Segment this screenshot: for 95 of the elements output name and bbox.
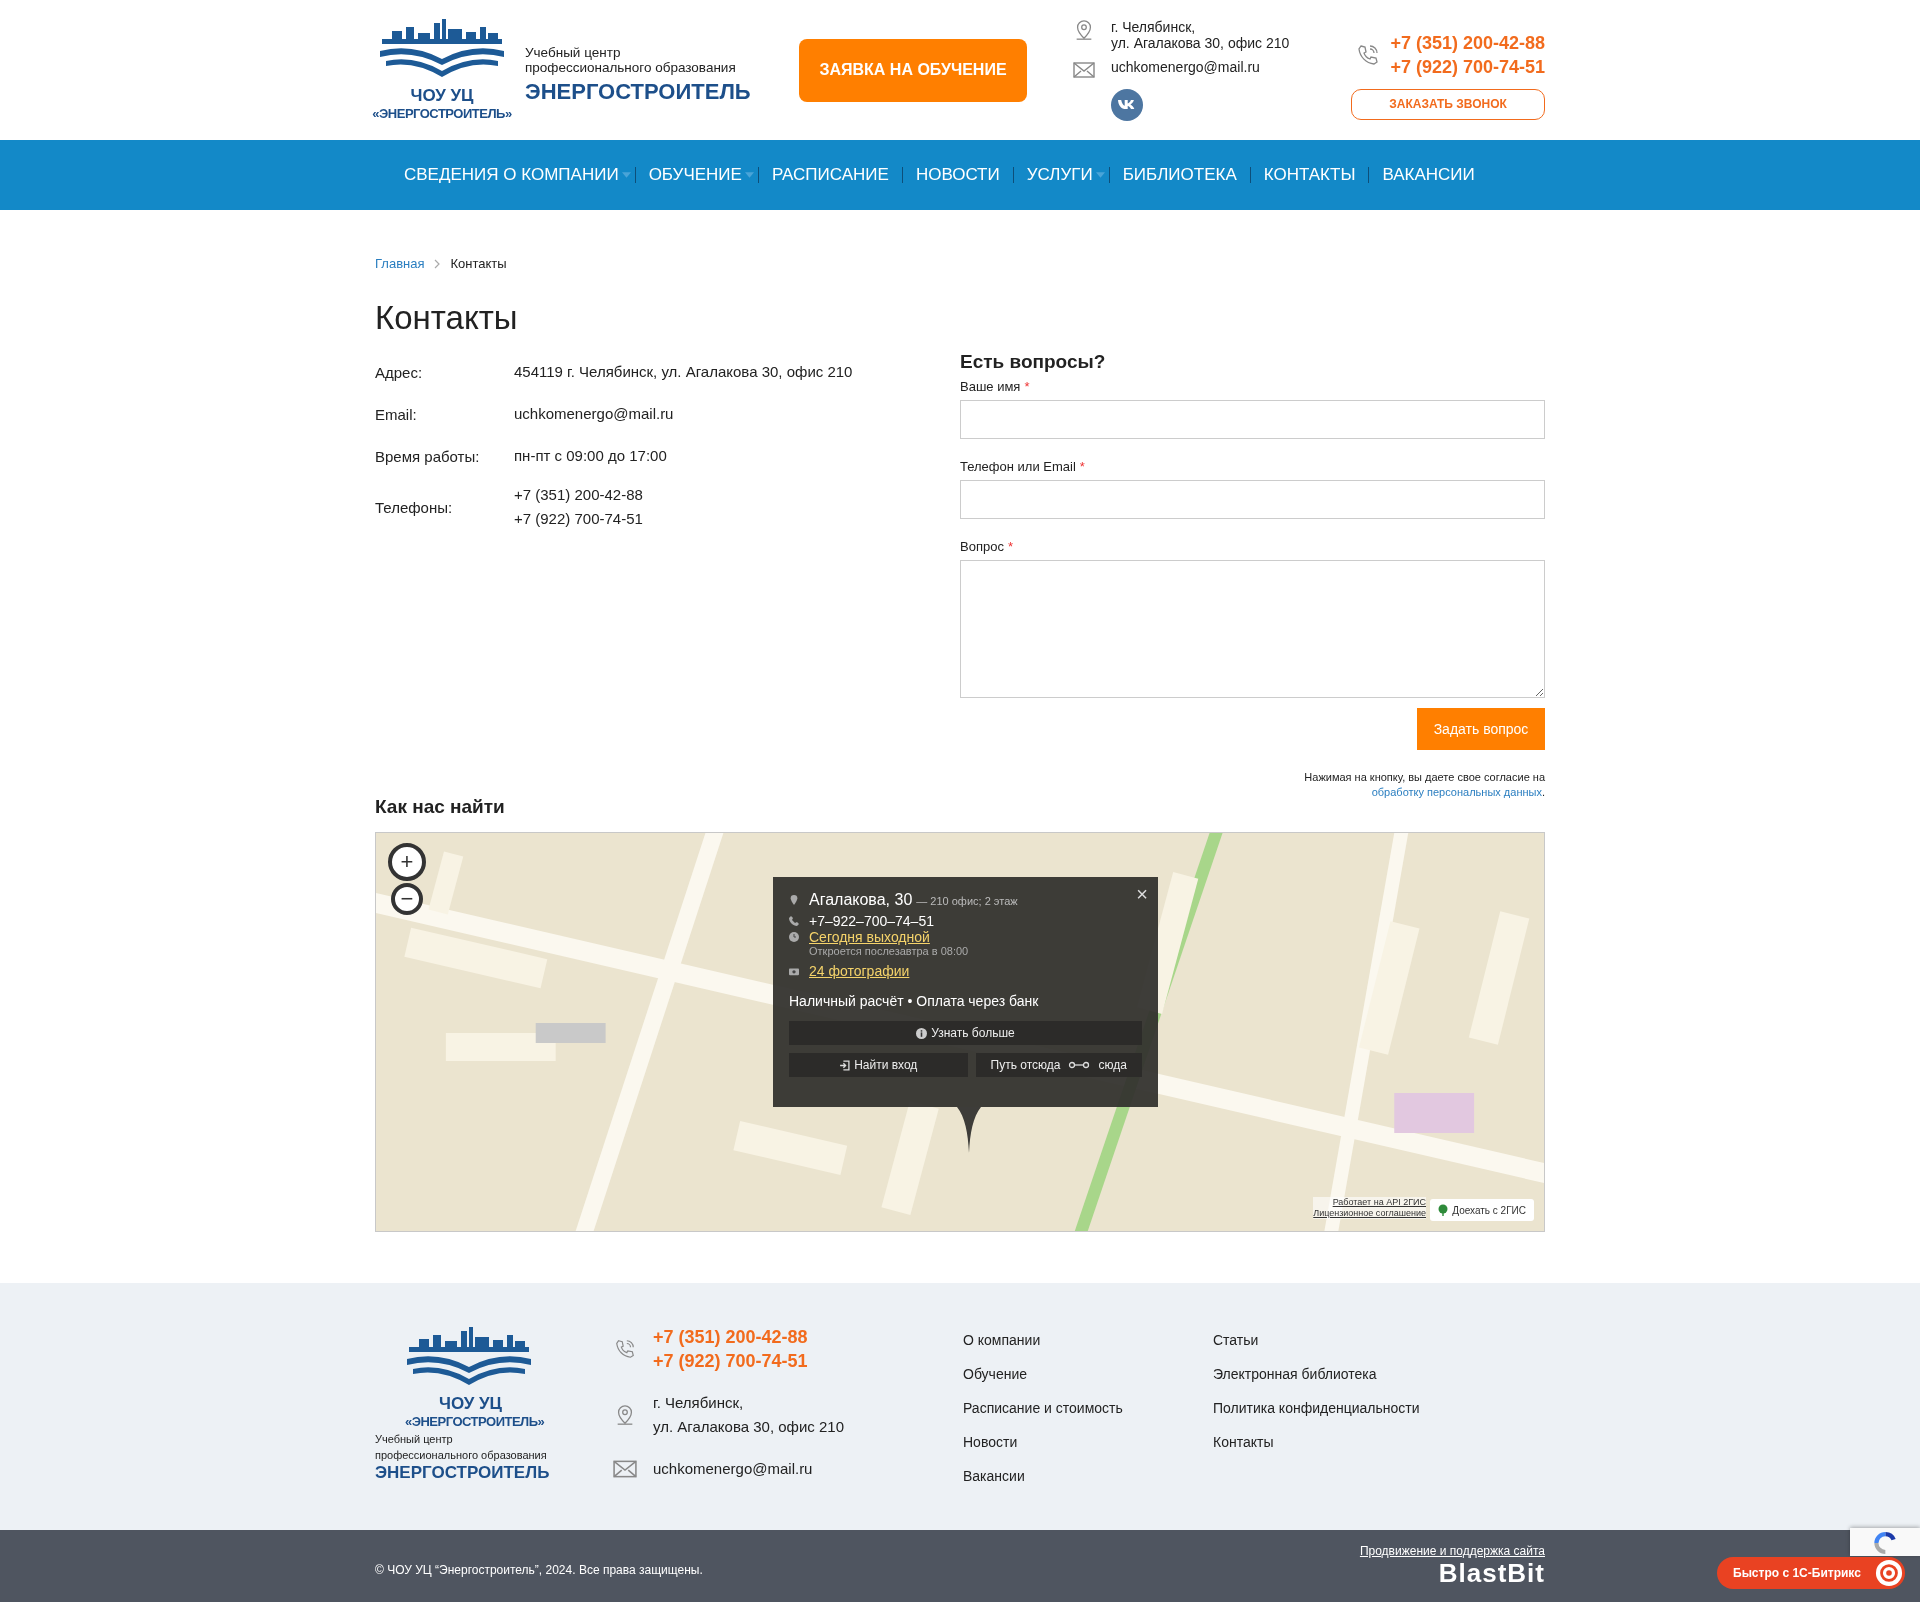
tagline-text: Учебный центр — [525, 45, 622, 60]
footer-link[interactable]: О компании — [963, 1331, 1213, 1350]
close-button[interactable]: × — [1136, 883, 1148, 906]
tagline-text: профессионального образования — [525, 60, 737, 75]
contact-value: 454119 г. Челябинск, ул. Агалакова 30, офис 210 — [514, 362, 853, 382]
door-icon — [839, 1059, 851, 1071]
nav-item[interactable]: НОВОСТИ — [902, 165, 1013, 185]
tagline-text: профессионального образования — [375, 1448, 547, 1463]
input-field[interactable] — [960, 480, 1545, 519]
footer-link[interactable]: Обучение — [963, 1365, 1213, 1384]
phone-icon — [1356, 42, 1381, 67]
nav-item[interactable]: БИБЛИОТЕКА — [1109, 165, 1250, 185]
footer-link[interactable]: Контакты — [1213, 1433, 1420, 1452]
breadcrumb-link[interactable]: Главная — [375, 256, 425, 271]
logo-text: ЧОУ УЦ — [410, 87, 474, 105]
nav-item[interactable]: СВЕДЕНИЯ О КОМПАНИИ — [391, 165, 632, 185]
developer-logo[interactable]: BlastBit — [1438, 1557, 1545, 1589]
payment-text: Наличный расчёт • Оплата через банк — [789, 993, 1040, 1009]
tree-icon — [1438, 1204, 1449, 1216]
phone-icon — [789, 916, 799, 926]
attribution-link[interactable]: Работает на API 2ГИС — [1332, 1197, 1426, 1208]
popup-title: Агалакова, 30 — [809, 891, 913, 909]
email-link[interactable]: uchkomenergo@mail.ru — [1111, 59, 1260, 75]
info-icon — [916, 1027, 928, 1039]
popup-subtitle: — 210 офис; 2 этаж — [916, 895, 1018, 907]
form-title: Есть вопросы? — [960, 351, 1107, 373]
input-field[interactable] — [960, 400, 1545, 439]
email-link[interactable]: uchkomenergo@mail.ru — [653, 1457, 813, 1481]
address-text: г. Челябинск, — [1111, 19, 1197, 35]
address-text: г. Челябинск, — [653, 1393, 745, 1413]
required-mark: * — [1007, 539, 1013, 554]
caret-icon[interactable] — [744, 172, 754, 178]
contact-label: Телефоны: — [375, 498, 454, 516]
address-text: ул. Агалакова 30, офис 210 — [1111, 35, 1290, 51]
page-title: Контакты — [375, 299, 519, 337]
logo-text: ЧОУ УЦ — [439, 1395, 503, 1413]
envelope-icon — [1073, 59, 1095, 81]
contact-value: uchkomenergo@mail.ru — [514, 404, 674, 424]
envelope-icon — [613, 1458, 637, 1480]
route-button[interactable]: Путь отсюда сюда — [975, 1053, 1142, 1077]
vk-icon[interactable] — [1111, 89, 1143, 121]
footer-link[interactable]: Политика конфиденциальности — [1213, 1399, 1420, 1418]
caret-icon[interactable] — [1095, 172, 1105, 178]
recaptcha-icon — [1874, 1532, 1896, 1554]
contact-label: Адрес: — [375, 363, 424, 381]
footer-link[interactable]: Расписание и стоимость — [963, 1399, 1213, 1418]
required-mark: * — [1024, 379, 1030, 394]
camera-icon — [789, 966, 799, 976]
entrance-button[interactable]: Найти вход — [789, 1053, 968, 1077]
contact-label: Время работы: — [375, 447, 481, 465]
privacy-link[interactable]: обработку персональных данных — [1371, 786, 1542, 798]
nav-item[interactable]: УСЛУГИ — [1013, 165, 1106, 185]
route-2gis-button[interactable]: Доехать с 2ГИС — [1430, 1199, 1534, 1221]
promo-link[interactable]: Продвижение и поддержка сайта — [1359, 1543, 1545, 1558]
recaptcha-badge[interactable] — [1850, 1528, 1920, 1556]
hours-note: Откроется послезавтра в 08:00 — [809, 945, 970, 957]
nav-item[interactable]: ОБУЧЕНИЕ — [635, 165, 755, 185]
bitrix-badge[interactable]: Быстро с 1С-Битрикс — [1717, 1557, 1905, 1589]
route-icon — [1068, 1061, 1091, 1069]
footer-link[interactable]: Электронная библиотека — [1213, 1365, 1420, 1384]
required-mark: * — [1079, 459, 1085, 474]
nav-item[interactable]: ВАКАНСИИ — [1369, 165, 1488, 185]
contact-value: +7 (351) 200-42-88 — [514, 485, 643, 505]
company-name: ЭНЕРГОСТРОИТЕЛЬ — [375, 1463, 550, 1483]
phone-icon — [613, 1338, 637, 1360]
contact-label: Email: — [375, 405, 418, 423]
company-name: ЭНЕРГОСТРОИТЕЛЬ — [525, 79, 752, 105]
logo-text: «ЭНЕРГОСТРОИТЕЛЬ» — [405, 1413, 545, 1431]
nav-item[interactable]: КОНТАКТЫ — [1250, 165, 1369, 185]
more-button[interactable]: Узнать больше — [789, 1021, 1142, 1045]
clock-icon — [789, 932, 799, 942]
textarea-field[interactable] — [960, 560, 1545, 698]
field-label: Ваше имя — [960, 379, 1021, 394]
chevron-icon — [434, 258, 441, 269]
tagline-text: Учебный центр — [375, 1432, 453, 1447]
contact-value: пн-пт с 09:00 до 17:00 — [514, 446, 667, 466]
breadcrumb-current: Контакты — [450, 256, 507, 271]
section-title: Как нас найти — [375, 796, 506, 818]
field-label: Телефон или Email — [960, 459, 1076, 474]
popup-phone: +7–922–700–74–51 — [809, 913, 934, 929]
field-label: Вопрос — [960, 539, 1004, 554]
address-text: ул. Агалакова 30, офис 210 — [653, 1417, 844, 1437]
footer-link[interactable]: Новости — [963, 1433, 1213, 1452]
pin-icon — [789, 895, 799, 905]
caret-icon[interactable] — [621, 172, 631, 178]
footer-link[interactable]: Вакансии — [963, 1467, 1213, 1486]
footer-link[interactable]: Статьи — [1213, 1331, 1420, 1350]
logo-text: «ЭНЕРГОСТРОИТЕЛЬ» — [372, 105, 512, 123]
nav-item[interactable]: РАСПИСАНИЕ — [758, 165, 902, 185]
copyright-text: © ЧОУ УЦ “Энергостроитель”, 2024. Все права защищены. — [375, 1563, 703, 1577]
attribution-link[interactable]: Лицензионное соглашение — [1313, 1208, 1426, 1219]
contact-value: +7 (922) 700-74-51 — [514, 509, 643, 529]
hours-link[interactable]: Сегодня выходной — [809, 929, 930, 945]
photos-link[interactable]: 24 фотографии — [809, 963, 910, 979]
consent-text: Нажимая на кнопку, вы даете свое согласие на обработку персональных данных. — [1303, 770, 1545, 800]
